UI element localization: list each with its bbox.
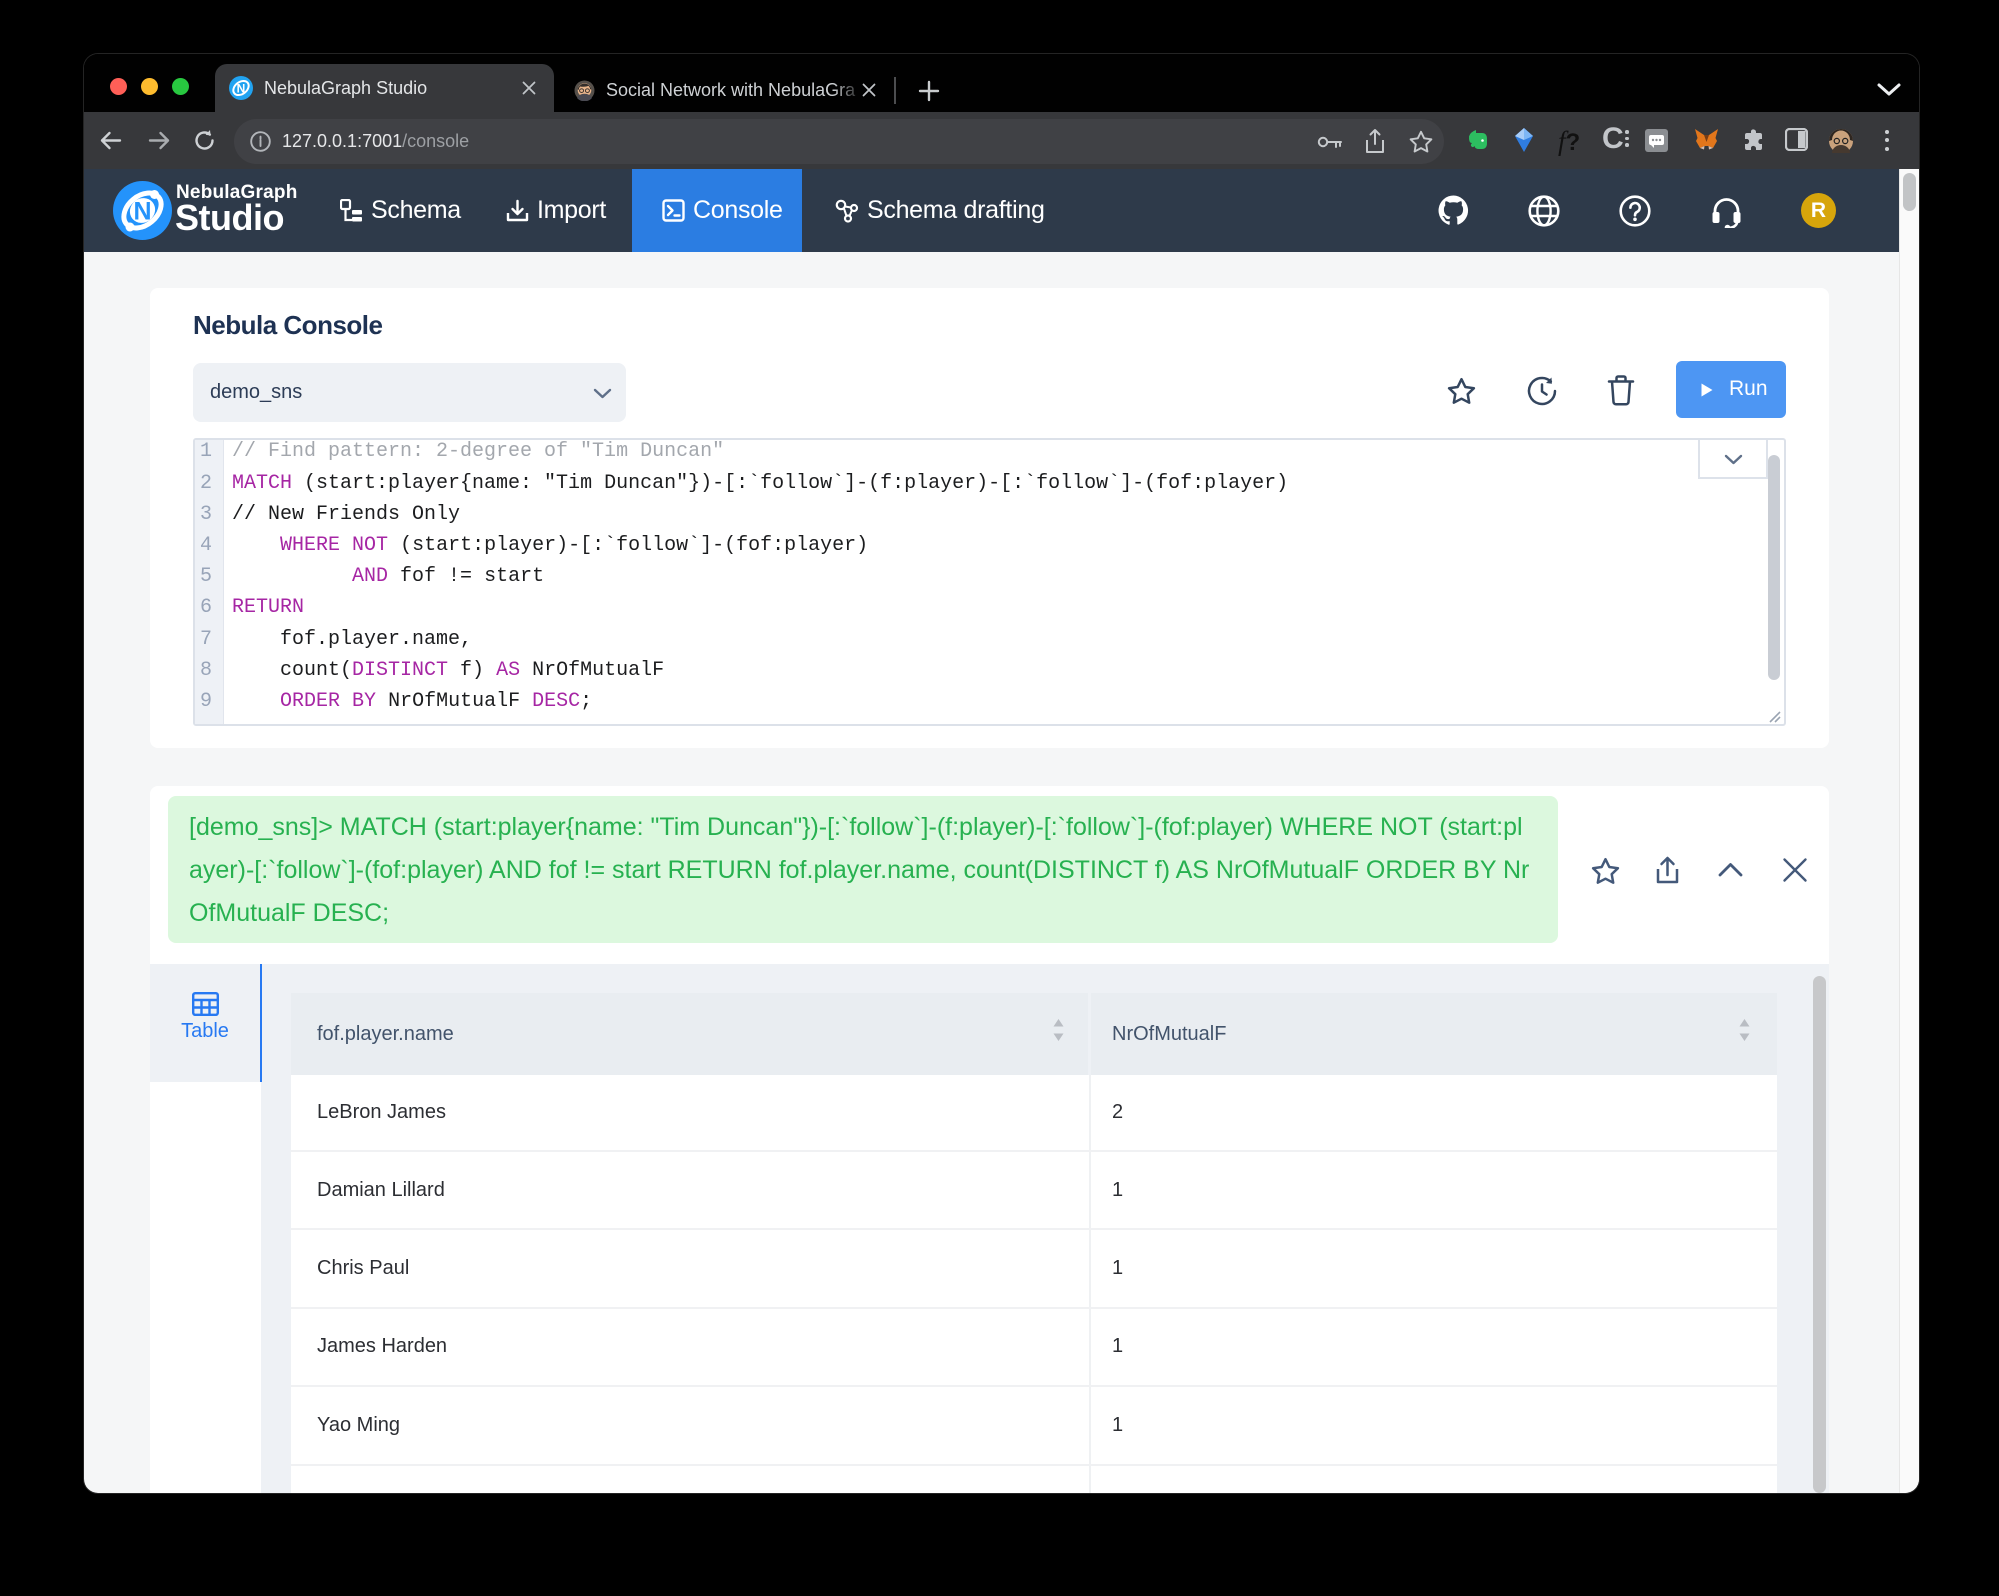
svg-text:N: N xyxy=(237,82,246,96)
svg-text:N: N xyxy=(133,198,151,226)
